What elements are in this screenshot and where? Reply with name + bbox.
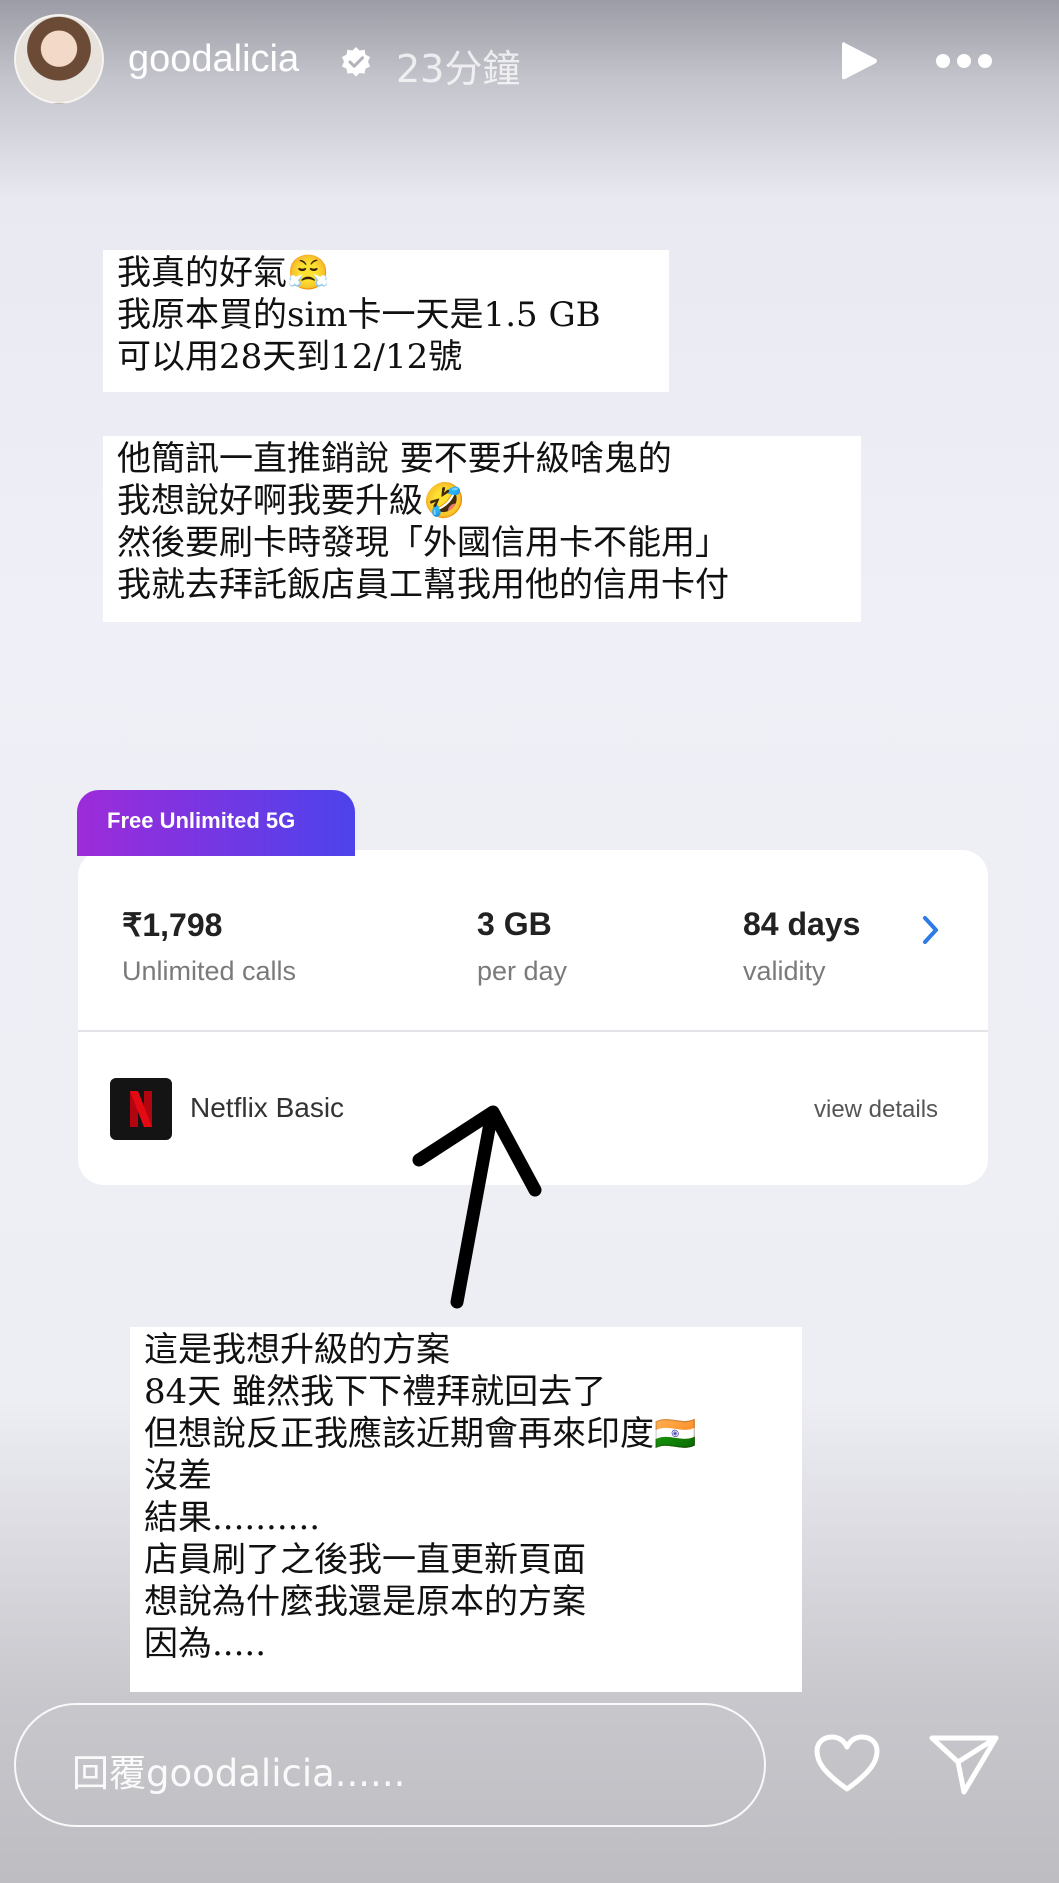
caption-line: 想說為什麼我還是原本的方案 — [144, 1582, 586, 1622]
plan-data-label: per day — [477, 956, 568, 986]
verified-badge-icon — [342, 47, 370, 77]
send-icon[interactable] — [928, 1732, 1000, 1796]
chevron-right-icon — [923, 916, 938, 944]
plan-tag: Free Unlimited 5G — [77, 790, 355, 856]
username[interactable]: goodalicia — [128, 38, 299, 81]
caption-line: 因為..... — [144, 1624, 267, 1664]
plan-price: ₹1,798 — [122, 907, 223, 943]
reply-placeholder: 回覆goodalicia...... — [72, 1752, 406, 1795]
avatar[interactable] — [14, 14, 104, 104]
more-options-icon[interactable] — [934, 50, 994, 72]
story-caption-top: 我真的好氣😤 我原本買的sim卡一天是1.5 GB 可以用28天到12/12號 — [103, 250, 669, 392]
plan-data: 3 GB — [477, 906, 552, 942]
caption-line: 然後要刷卡時發現「外國信用卡不能用」 — [117, 523, 729, 563]
caption-line: 我真的好氣😤 — [117, 253, 330, 293]
caption-line: 這是我想升級的方案 — [144, 1330, 450, 1370]
caption-line: 我原本買的sim卡一天是1.5 GB — [117, 295, 601, 335]
caption-line: 沒差 — [144, 1456, 212, 1496]
plan-price-label: Unlimited calls — [122, 956, 297, 986]
caption-line: 可以用28天到12/12號 — [117, 337, 463, 377]
caption-line: 84天 雖然我下下禮拜就回去了 — [144, 1372, 607, 1412]
post-time: 23分鐘 — [396, 47, 521, 91]
caption-line: 店員刷了之後我一直更新頁面 — [144, 1540, 586, 1580]
story-caption-bottom: 這是我想升級的方案 84天 雖然我下下禮拜就回去了 但想說反正我應該近期會再來印… — [130, 1327, 802, 1692]
card-divider — [78, 1030, 988, 1032]
hand-drawn-arrow — [412, 1105, 542, 1309]
caption-line: 結果.......... — [144, 1498, 321, 1538]
caption-line: 但想說反正我應該近期會再來印度🇮🇳 — [144, 1414, 697, 1454]
story-header: goodalicia 23分鐘 — [0, 0, 1059, 130]
heart-icon[interactable] — [812, 1733, 882, 1795]
plan-benefit: Netflix Basic — [190, 1092, 345, 1123]
plan-validity-label: validity — [743, 956, 826, 986]
view-details-link: view details — [814, 1096, 939, 1123]
netflix-icon — [110, 1078, 172, 1140]
plan-validity: 84 days — [743, 906, 861, 942]
story-caption-middle: 他簡訊一直推銷說 要不要升級啥鬼的 我想說好啊我要升級🤣 然後要刷卡時發現「外國… — [103, 436, 861, 622]
caption-line: 我想說好啊我要升級🤣 — [117, 481, 466, 521]
play-icon[interactable] — [838, 38, 880, 84]
caption-line: 他簡訊一直推銷說 要不要升級啥鬼的 — [117, 439, 672, 479]
caption-line: 我就去拜託飯店員工幫我用他的信用卡付 — [117, 565, 729, 605]
